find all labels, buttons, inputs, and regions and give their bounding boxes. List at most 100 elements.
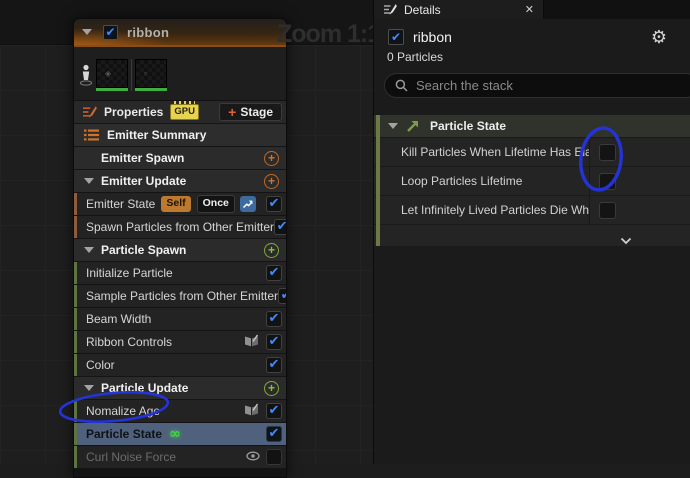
properties-row[interactable]: Properties GPU + Stage <box>74 101 286 124</box>
emitter-enabled-checkbox[interactable]: ✔ <box>103 25 118 40</box>
checkmark-icon: ✔ <box>269 358 280 371</box>
tab-details-label: Details <box>404 3 518 17</box>
stack-row-emitter-summary[interactable]: Emitter Summary <box>74 124 286 146</box>
section-expander-row[interactable] <box>374 225 690 246</box>
collapse-triangle-icon[interactable] <box>84 385 94 391</box>
person-icon <box>79 63 93 92</box>
property-row-let-infinitely-lived-die[interactable]: Let Infinitely Lived Particles Die Whe <box>374 196 690 225</box>
stack-row-initialize-particle[interactable]: Initialize Particle ✔ <box>74 262 286 284</box>
stack-row-particle-update[interactable]: Particle Update + <box>74 377 286 399</box>
properties-label: Properties <box>104 105 163 119</box>
collapse-triangle-icon[interactable] <box>84 178 94 184</box>
summary-list-icon <box>84 129 99 141</box>
renderer-thumbnail-ribbon[interactable]: ◈ <box>96 59 128 88</box>
thumbnail-preview-glyph: ◈ <box>105 69 111 78</box>
module-enabled-checkbox[interactable]: ✔ <box>266 403 282 419</box>
lifecycle-self-badge: Self <box>161 196 190 213</box>
viewport-zoom-indicator: Zoom 1:1 <box>277 20 380 49</box>
stack-row-emitter-update[interactable]: Emitter Update + <box>74 170 286 192</box>
checkmark-icon: ✔ <box>269 427 280 440</box>
emitter-title: ribbon <box>127 25 169 40</box>
checkmark-icon: ✔ <box>281 289 287 302</box>
stack-row-spawn-particles-other-emitter[interactable]: Spawn Particles from Other Emitter ✔ <box>74 216 286 238</box>
checkmark-icon: ✔ <box>277 220 287 233</box>
property-label: Loop Particles Lifetime <box>401 174 522 188</box>
search-icon <box>395 79 408 92</box>
checkmark-icon: ✔ <box>391 31 401 43</box>
stack-row-ribbon-controls[interactable]: Ribbon Controls ✔ <box>74 331 286 353</box>
emitter-header[interactable]: ✔ ribbon <box>74 19 286 47</box>
details-panel: Details ✕ ✔ ribbon ⚙ 0 Particles Particl… <box>373 0 690 464</box>
add-module-button[interactable]: + <box>264 243 279 258</box>
thumbnail-preview-glyph: ▫ <box>144 69 147 78</box>
checkmark-icon: ✔ <box>269 197 280 210</box>
module-enabled-checkbox[interactable]: ✔ <box>266 357 282 373</box>
add-module-button[interactable]: + <box>264 151 279 166</box>
add-stage-button[interactable]: + Stage <box>219 103 282 121</box>
scratch-pad-icon <box>243 403 260 420</box>
details-pencil-icon <box>383 3 397 16</box>
property-checkbox[interactable] <box>599 202 616 219</box>
property-checkbox[interactable] <box>599 173 616 190</box>
module-enabled-checkbox[interactable]: ✔ <box>266 334 282 350</box>
collapse-triangle-icon[interactable] <box>84 247 94 253</box>
particle-state-section: Particle State Kill Particles When Lifet… <box>374 115 690 246</box>
module-enabled-checkbox[interactable]: ✔ <box>266 265 282 281</box>
close-icon[interactable]: ✕ <box>525 4 534 15</box>
details-emitter-name: ribbon <box>413 29 452 45</box>
particle-count-label: 0 Particles <box>387 50 690 64</box>
search-input[interactable] <box>416 78 688 93</box>
stack-row-color[interactable]: Color ✔ <box>74 354 286 376</box>
add-module-button[interactable]: + <box>264 381 279 396</box>
module-enabled-checkbox[interactable]: ✔ <box>274 219 287 235</box>
collapse-triangle-icon[interactable] <box>388 123 398 129</box>
renderer-thumbnail-sprite[interactable]: ▫ <box>135 59 167 88</box>
eye-icon[interactable] <box>246 450 260 464</box>
infinite-lifetime-icon: ∞ <box>169 427 181 441</box>
module-enabled-checkbox[interactable] <box>266 449 282 465</box>
emitter-enabled-checkbox[interactable]: ✔ <box>388 29 404 45</box>
particle-update-arrow-icon <box>406 119 420 133</box>
emitter-thumbnail-strip: ◈ ▫ <box>74 47 286 101</box>
module-enabled-checkbox[interactable]: ✔ <box>278 288 287 304</box>
properties-pencil-icon <box>82 105 97 119</box>
tab-details[interactable]: Details ✕ <box>374 0 544 19</box>
thumbnail-active-bar <box>135 88 167 91</box>
property-label: Let Infinitely Lived Particles Die Whe <box>401 203 589 217</box>
stack-row-emitter-state[interactable]: Emitter State Self Once ✔ <box>74 193 286 215</box>
property-row-kill-particles[interactable]: Kill Particles When Lifetime Has Elap <box>374 138 690 167</box>
add-stage-label: Stage <box>240 105 273 119</box>
checkmark-icon: ✔ <box>269 312 280 325</box>
gpu-sim-badge: GPU <box>170 104 199 119</box>
stack-row-curl-noise-force[interactable]: Curl Noise Force <box>74 446 286 468</box>
module-enabled-checkbox[interactable]: ✔ <box>266 196 282 212</box>
emitter-stack-panel: ✔ ribbon ◈ ▫ Properties GPU + Stage Emit… <box>73 18 287 478</box>
stack-row-emitter-spawn[interactable]: Emitter Spawn + <box>74 147 286 169</box>
stack-row-beam-width[interactable]: Beam Width ✔ <box>74 308 286 330</box>
emitter-stack: Emitter Summary Emitter Spawn + Emitter … <box>74 124 286 477</box>
chevron-down-icon[interactable] <box>620 232 632 250</box>
gear-icon[interactable]: ⚙ <box>651 29 667 47</box>
checkmark-icon: ✔ <box>269 335 280 348</box>
checkmark-icon: ✔ <box>105 26 115 38</box>
stack-row-particle-state[interactable]: Particle State ∞ ✔ <box>74 423 286 445</box>
module-enabled-checkbox[interactable]: ✔ <box>266 426 282 442</box>
collapse-triangle-icon[interactable] <box>82 29 92 35</box>
property-row-loop-particles-lifetime[interactable]: Loop Particles Lifetime <box>374 167 690 196</box>
property-label: Kill Particles When Lifetime Has Elap <box>401 145 589 159</box>
loop-once-badge: Once <box>197 195 235 214</box>
stack-row-sample-particles-other-emitter[interactable]: Sample Particles from Other Emitter ✔ <box>74 285 286 307</box>
property-checkbox[interactable] <box>599 144 616 161</box>
scalability-chart-icon <box>240 196 256 212</box>
particle-state-section-header[interactable]: Particle State <box>374 115 690 138</box>
thumbnail-divider <box>131 59 132 91</box>
stack-search-box[interactable] <box>384 73 690 98</box>
module-enabled-checkbox[interactable]: ✔ <box>266 311 282 327</box>
plus-icon: + <box>228 105 236 119</box>
add-module-button[interactable]: + <box>264 174 279 189</box>
checkmark-icon: ✔ <box>269 266 280 279</box>
stack-row-particle-spawn[interactable]: Particle Spawn + <box>74 239 286 261</box>
section-title: Particle State <box>430 119 506 133</box>
scratch-pad-icon <box>243 334 260 351</box>
stack-row-nomalize-age[interactable]: Nomalize Age ✔ <box>74 400 286 422</box>
